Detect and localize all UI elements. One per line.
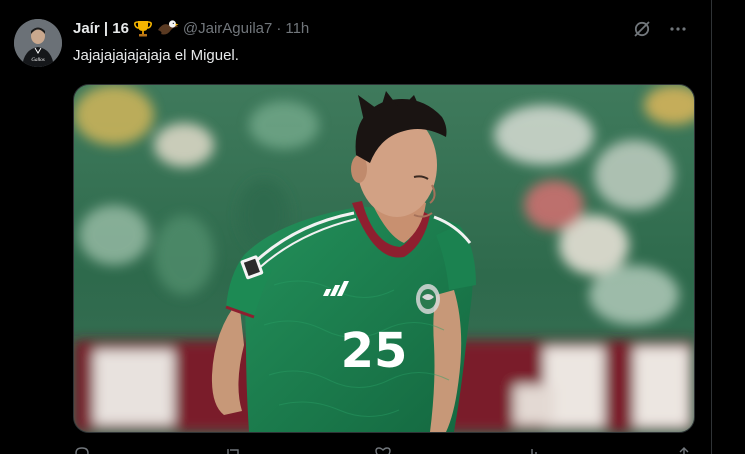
tweet-header: Jaír | 16 @JairAguila7 · 11h xyxy=(73,16,309,40)
tweet-top-actions xyxy=(631,18,689,40)
timeline-frame: Gallos Jaír | 16 @JairAguila7 · 11h Jaja… xyxy=(0,0,745,454)
repost-action[interactable] xyxy=(224,445,242,454)
display-name[interactable]: Jaír | 16 xyxy=(73,20,129,37)
heart-icon xyxy=(375,447,391,454)
views-action[interactable] xyxy=(525,445,543,454)
like-action[interactable] xyxy=(374,445,392,454)
separator-dot: · xyxy=(276,19,282,37)
grok-icon[interactable] xyxy=(631,18,653,40)
tweet-action-bar xyxy=(73,444,693,454)
tweet[interactable]: Gallos Jaír | 16 @JairAguila7 · 11h Jaja… xyxy=(0,0,711,454)
eagle-emoji xyxy=(157,18,179,38)
timestamp[interactable]: 11h xyxy=(285,20,309,37)
more-icon[interactable] xyxy=(667,18,689,40)
avatar[interactable]: Gallos xyxy=(14,19,62,67)
repost-icon xyxy=(226,449,239,454)
views-icon xyxy=(526,449,537,454)
jersey-number: 25 xyxy=(341,323,408,379)
handle[interactable]: @JairAguila7 xyxy=(183,20,272,37)
reply-action[interactable] xyxy=(73,445,91,454)
svg-text:Gallos: Gallos xyxy=(31,58,44,63)
tweet-media-photo[interactable]: 25 xyxy=(73,84,695,433)
reply-icon xyxy=(75,447,89,454)
tweet-text: Jajajajajajajaja el Miguel. xyxy=(73,47,239,64)
bookmark-share-action[interactable] xyxy=(675,445,693,454)
share-icon xyxy=(679,447,689,454)
column-divider xyxy=(711,0,712,454)
trophy-emoji xyxy=(133,18,153,38)
